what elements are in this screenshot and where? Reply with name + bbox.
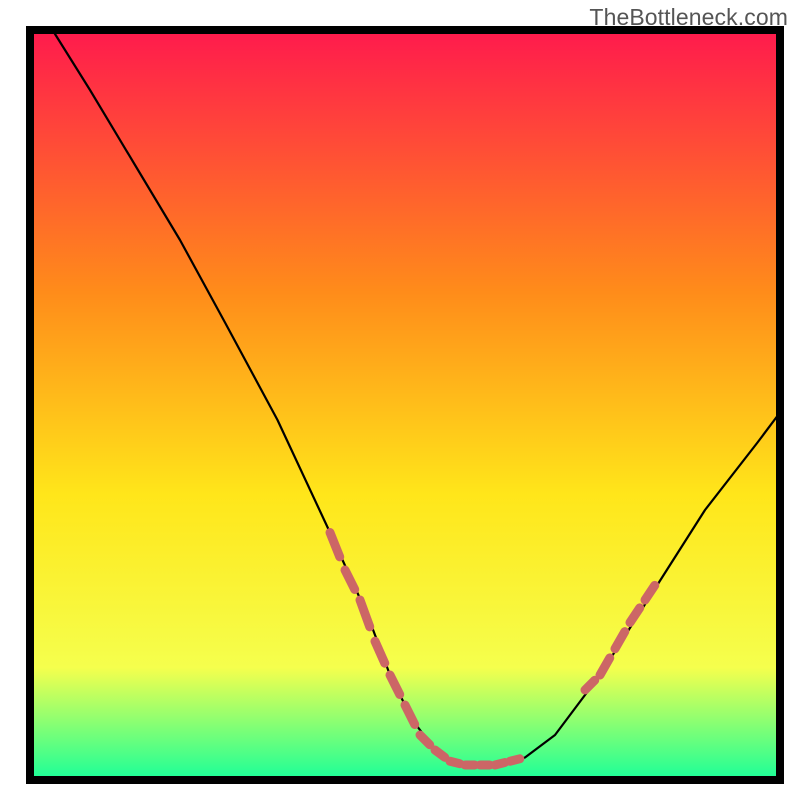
chart-container: TheBottleneck.com bbox=[0, 0, 800, 800]
chart-highlight-dash bbox=[450, 761, 460, 763]
chart-highlight-dash bbox=[495, 763, 505, 765]
chart-svg bbox=[0, 0, 800, 800]
chart-background-gradient bbox=[30, 30, 780, 780]
watermark-text: TheBottleneck.com bbox=[589, 4, 788, 31]
chart-highlight-dash bbox=[435, 750, 445, 757]
chart-highlight-dash bbox=[510, 759, 520, 761]
